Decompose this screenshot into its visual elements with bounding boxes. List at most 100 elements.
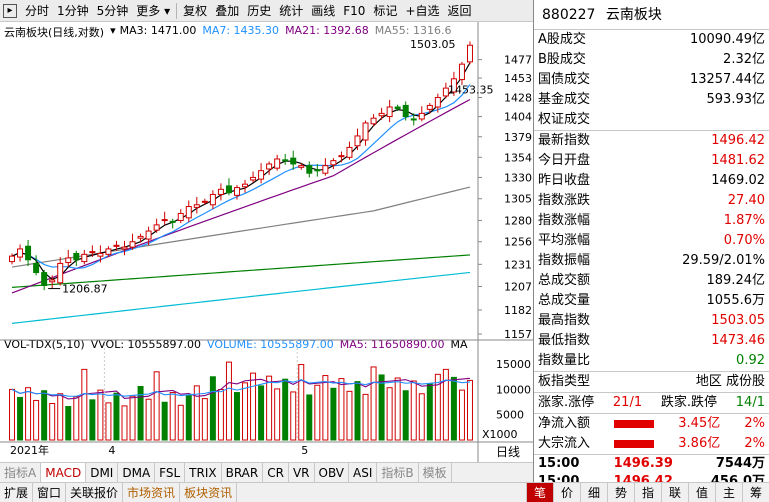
row-label: 指数振幅 bbox=[538, 253, 591, 268]
row-label: 指数量比 bbox=[538, 353, 591, 368]
tab-asi[interactable]: ASI bbox=[349, 462, 378, 483]
tab-market-news[interactable]: 市场资讯 bbox=[123, 482, 181, 502]
panel-tab[interactable]: 指 bbox=[634, 483, 661, 502]
volume-bar bbox=[161, 401, 168, 441]
row-value: 1503.05 bbox=[711, 313, 765, 328]
panel-tab[interactable]: 价 bbox=[553, 483, 580, 502]
candle-body bbox=[314, 169, 321, 172]
price-axis-label: 1207 bbox=[504, 280, 532, 293]
candle-body bbox=[402, 104, 409, 118]
candle-body bbox=[346, 146, 353, 158]
date-label: 4 bbox=[108, 444, 115, 457]
collapse-icon[interactable]: ▸ bbox=[3, 3, 17, 18]
tab-trix[interactable]: TRIX bbox=[185, 462, 222, 483]
back-button[interactable]: 返回 bbox=[444, 0, 476, 22]
volume-bar bbox=[97, 389, 104, 441]
index-stats-section: 最新指数 1496.42 今日开盘 1481.62 昨日收盘 1469.02 指数涨跌 27.… bbox=[534, 131, 769, 371]
row-label: 最高指数 bbox=[538, 313, 591, 328]
panel-tab[interactable]: 细 bbox=[580, 483, 607, 502]
tab-indicator-b[interactable]: 指标B bbox=[377, 462, 419, 483]
mark-button[interactable]: 标记 bbox=[369, 0, 401, 22]
more-menu[interactable]: 更多 ▾ bbox=[132, 0, 174, 22]
candle-body bbox=[57, 262, 64, 284]
tab-related-quotes[interactable]: 关联报价 bbox=[66, 482, 124, 502]
volume-axis-label: 10000 bbox=[496, 383, 531, 396]
candle-body bbox=[121, 246, 128, 250]
kline-svg[interactable]: 1477 1453 1428 1404 1379 1354 1330 1305 1280 1256… bbox=[0, 22, 533, 462]
date-label: 2021年 bbox=[10, 443, 49, 457]
candle-body bbox=[306, 165, 313, 174]
candle-body bbox=[225, 185, 232, 194]
stat-row: 昨日收盘 1469.02 bbox=[534, 171, 769, 191]
f10-button[interactable]: F10 bbox=[339, 0, 369, 22]
tab-window[interactable]: 窗口 bbox=[33, 482, 67, 502]
tab-dmi[interactable]: DMI bbox=[86, 462, 119, 483]
tab-template[interactable]: 模板 bbox=[419, 462, 452, 483]
row-label: 指数涨跌 bbox=[538, 193, 591, 208]
tab-sector-news[interactable]: 板块资讯 bbox=[180, 482, 238, 502]
more-label: 更多 bbox=[136, 3, 161, 18]
price-axis-label: 1330 bbox=[504, 171, 532, 184]
tab-timeshare[interactable]: 分时 bbox=[21, 0, 53, 22]
candle-body bbox=[209, 193, 216, 206]
volume-bar bbox=[250, 372, 257, 441]
history-button[interactable]: 历史 bbox=[243, 0, 275, 22]
volume-bar bbox=[314, 384, 321, 441]
candle-body bbox=[33, 262, 40, 274]
overlay-button[interactable]: 叠加 bbox=[211, 0, 243, 22]
flow-value: 3.45亿 bbox=[678, 416, 721, 431]
stat-row: 总成交量 1055.6万 bbox=[534, 291, 769, 311]
flow-label: 净流入额 bbox=[538, 416, 591, 431]
adjust-button[interactable]: 复权 bbox=[179, 0, 211, 22]
volume-axis-label: 15000 bbox=[496, 358, 531, 371]
ma250-line bbox=[11, 271, 471, 324]
turnover-row: 基金成交 593.93亿 bbox=[534, 90, 769, 110]
rise-fall-row: 涨家.涨停 21/1 跌家.跌停 14/1 bbox=[534, 393, 769, 413]
flow-pct: 2% bbox=[744, 436, 765, 451]
tab-obv[interactable]: OBV bbox=[315, 462, 350, 483]
volume-bar bbox=[282, 378, 289, 441]
panel-tab[interactable]: 筹 bbox=[742, 483, 769, 502]
indicator-tabs: 指标A MACD DMI DMA FSL TRIX BRAR CR VR OBV… bbox=[0, 462, 533, 483]
price-axis-label: 1404 bbox=[504, 111, 532, 124]
kline-chart-area[interactable]: 云南板块(日线,对数) ▾ MA3: 1471.00 MA7: 1435.30 … bbox=[0, 22, 533, 462]
statistics-button[interactable]: 统计 bbox=[275, 0, 307, 22]
index-name: 云南板块 bbox=[605, 7, 662, 23]
volume-axis-label: 5000 bbox=[496, 409, 524, 422]
tab-dma[interactable]: DMA bbox=[118, 462, 156, 483]
tab-1min[interactable]: 1分钟 bbox=[53, 0, 93, 22]
tab-expand[interactable]: 扩展 bbox=[0, 482, 34, 502]
candle-body bbox=[426, 104, 433, 110]
row-value: 29.59/2.01% bbox=[682, 253, 765, 268]
tab-5min[interactable]: 5分钟 bbox=[93, 0, 133, 22]
add-watchlist-button[interactable]: +自选 bbox=[401, 0, 443, 22]
volume-bar bbox=[153, 371, 160, 441]
flow-label: 大宗流入 bbox=[538, 436, 591, 451]
panel-tab[interactable]: 主 bbox=[715, 483, 742, 502]
candle-body bbox=[418, 112, 425, 120]
date-label: 5 bbox=[301, 444, 308, 457]
tab-indicator-a[interactable]: 指标A bbox=[0, 462, 42, 483]
candle-body bbox=[290, 157, 297, 165]
price-axis-label: 1428 bbox=[504, 92, 532, 105]
volume-bar bbox=[121, 405, 128, 441]
tab-brar[interactable]: BRAR bbox=[222, 462, 264, 483]
toolbar-divider bbox=[176, 2, 178, 19]
tab-cr[interactable]: CR bbox=[263, 462, 289, 483]
candle-body bbox=[362, 122, 369, 141]
panel-tab[interactable]: 笔 bbox=[526, 483, 553, 502]
tab-macd[interactable]: MACD bbox=[41, 462, 87, 483]
tab-vr[interactable]: VR bbox=[289, 462, 315, 483]
panel-tab[interactable]: 势 bbox=[607, 483, 634, 502]
volume-bar bbox=[25, 387, 32, 441]
row-value: 189.24亿 bbox=[706, 273, 766, 288]
panel-tab[interactable]: 值 bbox=[688, 483, 715, 502]
draw-line-button[interactable]: 画线 bbox=[307, 0, 339, 22]
tab-fsl[interactable]: FSL bbox=[155, 462, 186, 483]
volume-bar bbox=[233, 392, 240, 441]
panel-tab[interactable]: 联 bbox=[661, 483, 688, 502]
candle-body bbox=[394, 106, 401, 110]
row-value: 1473.46 bbox=[711, 333, 765, 348]
volume-bar bbox=[426, 383, 433, 441]
volume-bar bbox=[410, 380, 417, 441]
